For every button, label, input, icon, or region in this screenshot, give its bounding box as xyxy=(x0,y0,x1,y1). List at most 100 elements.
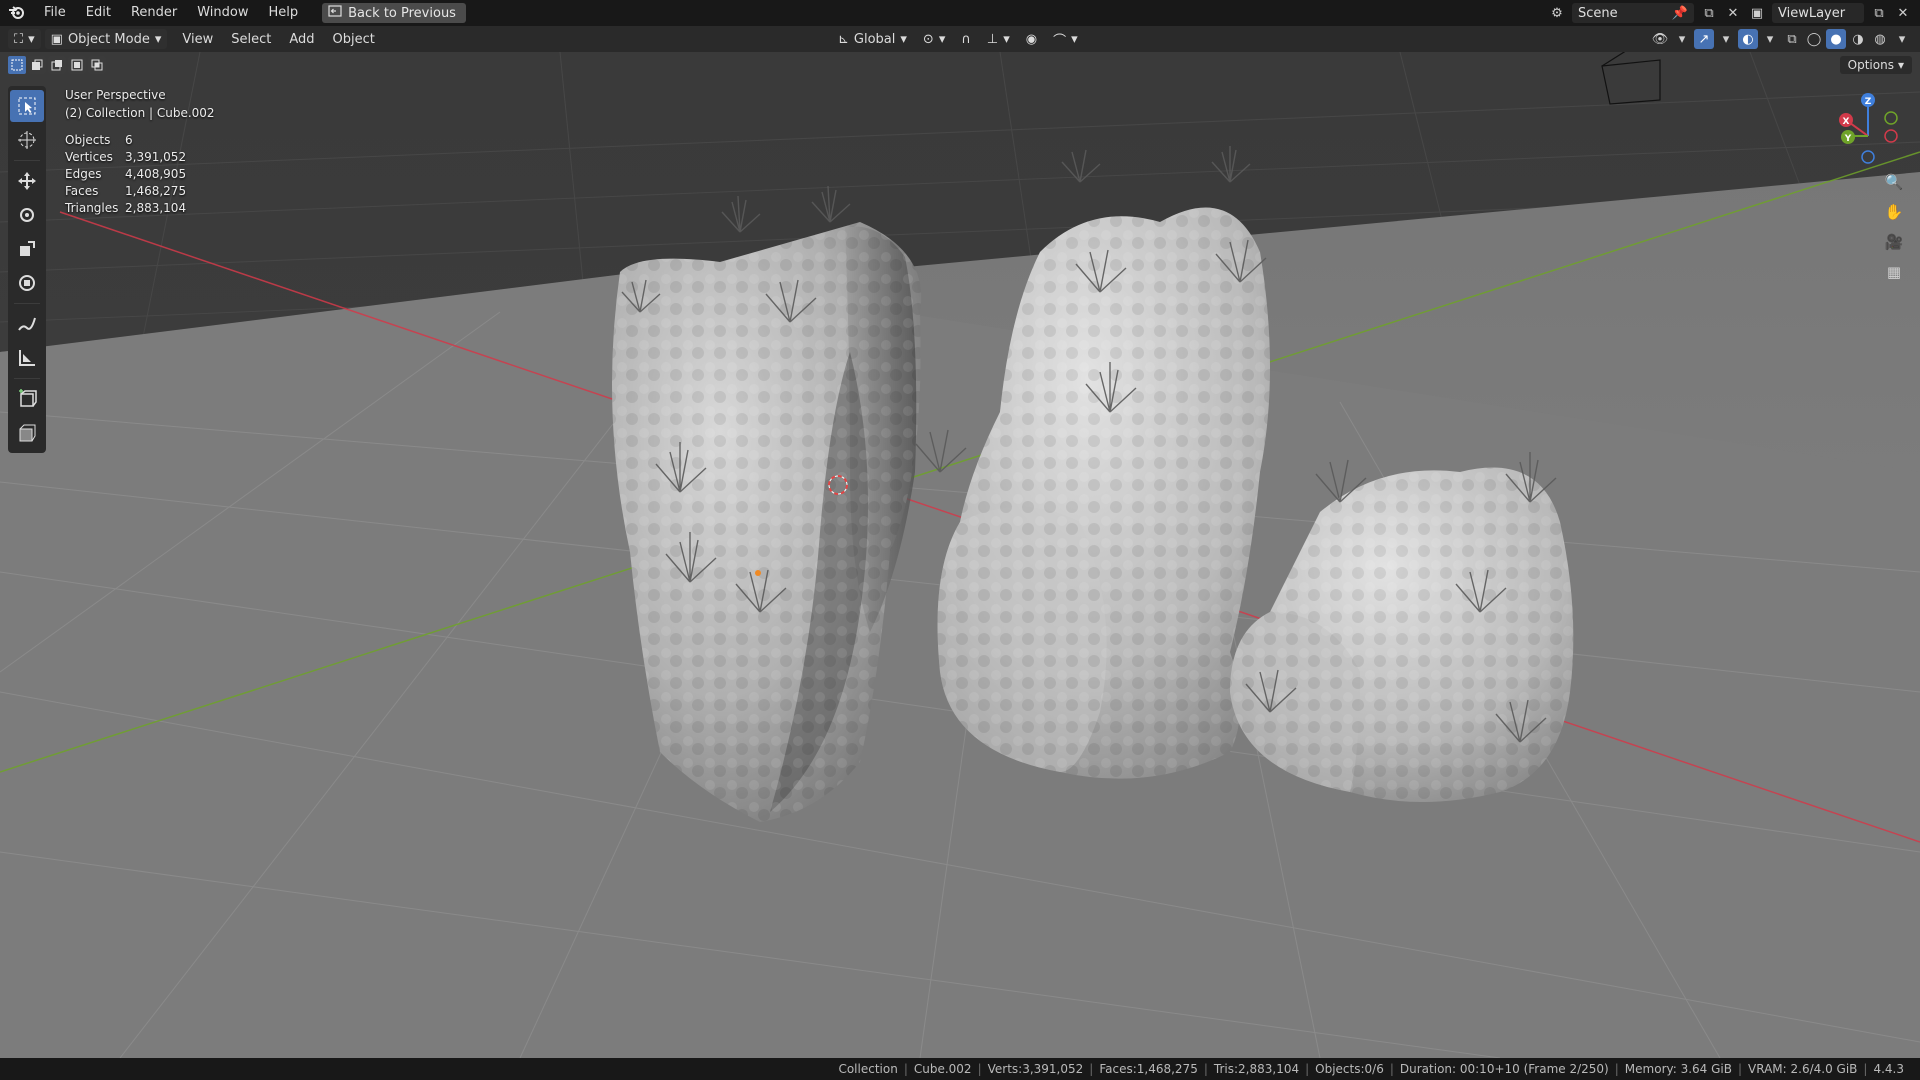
chevron-down-icon: ▾ xyxy=(1003,31,1010,47)
mode-selector[interactable]: ▣ Object Mode ▾ xyxy=(44,29,168,49)
pin-icon[interactable]: 📌 xyxy=(1672,6,1688,21)
status-memory: Memory: 3.64 GiB xyxy=(1624,1062,1732,1076)
options-label: Options xyxy=(1847,58,1894,72)
chevron-down-icon: ▾ xyxy=(900,31,907,47)
add-cube-tool[interactable] xyxy=(10,383,44,415)
viewlayer-selector[interactable]: ViewLayer xyxy=(1772,3,1864,23)
chevron-down-icon: ▾ xyxy=(28,31,35,47)
select-intersect-icon[interactable] xyxy=(88,56,106,74)
orientation-label: Global xyxy=(853,31,896,47)
wireframe-shading-icon[interactable]: ◯ xyxy=(1804,29,1824,49)
measure-tool[interactable] xyxy=(10,342,44,374)
viewport-header: ⛶ ▾ ▣ Object Mode ▾ View Select Add Objec… xyxy=(0,26,1920,52)
status-duration: Duration: 00:10+10 (Frame 2/250) xyxy=(1399,1062,1609,1076)
status-collection: Collection xyxy=(838,1062,898,1076)
camera-view-icon[interactable]: 🎥 xyxy=(1880,228,1908,256)
options-dropdown[interactable]: Options ▾ xyxy=(1839,56,1912,74)
menu-view[interactable]: View xyxy=(173,32,222,47)
new-viewlayer-icon[interactable]: ⧉ xyxy=(1870,4,1888,22)
menu-edit[interactable]: Edit xyxy=(76,0,121,26)
gizmo-toggle-icon[interactable]: ↗ xyxy=(1694,29,1714,49)
proportional-icon: ◉ xyxy=(1025,31,1038,47)
overlays-toggle-icon[interactable]: ◐ xyxy=(1738,29,1758,49)
chevron-down-icon[interactable]: ▾ xyxy=(1892,29,1912,49)
stat-value: 4,408,905 xyxy=(125,167,187,181)
transform-icon xyxy=(19,275,35,291)
proportional-edit-toggle[interactable]: ◉ xyxy=(1020,29,1043,49)
grid-projection-icon[interactable]: ▦ xyxy=(1880,258,1908,286)
back-to-previous-button[interactable]: Back to Previous xyxy=(322,3,466,23)
status-vram: VRAM: 2.6/4.0 GiB xyxy=(1748,1062,1858,1076)
menu-add[interactable]: Add xyxy=(280,32,323,47)
stat-value: 3,391,052 xyxy=(125,150,187,164)
tool-shelf xyxy=(8,86,46,453)
viewlayer-name: ViewLayer xyxy=(1778,5,1846,21)
menu-help[interactable]: Help xyxy=(259,0,309,26)
rotate-tool[interactable] xyxy=(10,199,44,231)
object-tool[interactable] xyxy=(10,417,44,449)
chevron-down-icon: ▾ xyxy=(1897,58,1904,72)
annotate-pencil-icon xyxy=(18,317,36,331)
menu-select[interactable]: Select xyxy=(222,32,280,47)
3d-cursor-icon xyxy=(18,131,36,149)
falloff-dropdown[interactable]: ⌒ ▾ xyxy=(1047,29,1084,49)
gizmo-x-label: X xyxy=(1843,117,1850,127)
cursor-tool[interactable] xyxy=(10,124,44,156)
scene-selector[interactable]: Scene 📌 xyxy=(1572,3,1694,23)
viewport-scene[interactable]: Z X Y xyxy=(0,52,1920,1058)
delete-scene-icon[interactable]: ✕ xyxy=(1724,4,1742,22)
viewport-text-overlay: User Perspective (2) Collection | Cube.0… xyxy=(65,86,215,217)
scale-tool[interactable] xyxy=(10,233,44,265)
blender-logo-icon[interactable] xyxy=(8,4,26,22)
viewlayer-icon[interactable]: ▣ xyxy=(1748,4,1766,22)
screen-back-icon xyxy=(328,5,342,21)
zoom-icon[interactable]: 🔍 xyxy=(1880,168,1908,196)
scene-statistics: Objects 6 Vertices 3,391,052 Edges 4,408,90… xyxy=(65,132,215,217)
status-faces: Faces:1,468,275 xyxy=(1099,1062,1198,1076)
annotate-tool[interactable] xyxy=(10,308,44,340)
transform-orientation-dropdown[interactable]: ⊾ Global ▾ xyxy=(832,29,913,49)
delete-viewlayer-icon[interactable]: ✕ xyxy=(1894,4,1912,22)
rendered-shading-icon[interactable]: ◍ xyxy=(1870,29,1890,49)
new-scene-icon[interactable]: ⧉ xyxy=(1700,4,1718,22)
move-tool[interactable] xyxy=(10,165,44,197)
object-cube-icon xyxy=(19,424,36,442)
visibility-icon[interactable]: 👁 xyxy=(1650,29,1670,49)
falloff-curve-icon: ⌒ xyxy=(1053,33,1067,49)
scene-type-icon[interactable]: ⚙ xyxy=(1548,4,1566,22)
snap-toggle[interactable]: ∩ xyxy=(955,29,977,49)
transform-controls: ⊾ Global ▾ ⊙ ▾ ∩ ⊥ ▾ ◉ ⌒ ▾ xyxy=(832,29,1084,49)
select-new-icon[interactable] xyxy=(8,56,26,74)
chevron-down-icon[interactable]: ▾ xyxy=(1672,29,1692,49)
select-subtract-icon[interactable] xyxy=(48,56,66,74)
transform-tool[interactable] xyxy=(10,267,44,299)
menu-window[interactable]: Window xyxy=(187,0,258,26)
gizmo-z-label: Z xyxy=(1865,97,1872,107)
toolbar-separator xyxy=(14,303,40,304)
material-shading-icon[interactable]: ◑ xyxy=(1848,29,1868,49)
pan-hand-icon[interactable]: ✋ xyxy=(1880,198,1908,226)
editor-type-button[interactable]: ⛶ ▾ xyxy=(8,29,41,49)
chevron-down-icon[interactable]: ▾ xyxy=(1760,29,1780,49)
toolbar-separator xyxy=(14,378,40,379)
menu-file[interactable]: File xyxy=(34,0,76,26)
pivot-point-dropdown[interactable]: ⊙ ▾ xyxy=(917,29,951,49)
menu-object[interactable]: Object xyxy=(324,32,384,47)
stat-row: Vertices 3,391,052 xyxy=(65,149,215,166)
select-invert-icon[interactable] xyxy=(68,56,86,74)
solid-shading-icon[interactable]: ● xyxy=(1826,29,1846,49)
3d-viewport[interactable]: Z X Y Options ▾ User Perspective (2) Col… xyxy=(0,52,1920,1058)
snap-target-dropdown[interactable]: ⊥ ▾ xyxy=(981,29,1016,49)
blender-window: File Edit Render Window Help Back to Pre… xyxy=(0,0,1920,1080)
top-right-controls: ⚙ Scene 📌 ⧉ ✕ ▣ ViewLayer ⧉ ✕ xyxy=(1548,0,1920,26)
status-active-object: Cube.002 xyxy=(913,1062,972,1076)
select-extend-icon[interactable] xyxy=(28,56,46,74)
menu-render[interactable]: Render xyxy=(121,0,187,26)
select-box-tool[interactable] xyxy=(10,90,44,122)
xray-toggle-icon[interactable]: ⧉ xyxy=(1782,29,1802,49)
scale-icon xyxy=(20,241,35,256)
top-menu-bar: File Edit Render Window Help Back to Pre… xyxy=(0,0,1920,26)
chevron-down-icon: ▾ xyxy=(1071,31,1078,47)
chevron-down-icon[interactable]: ▾ xyxy=(1716,29,1736,49)
orientation-icon: ⊾ xyxy=(838,31,849,47)
